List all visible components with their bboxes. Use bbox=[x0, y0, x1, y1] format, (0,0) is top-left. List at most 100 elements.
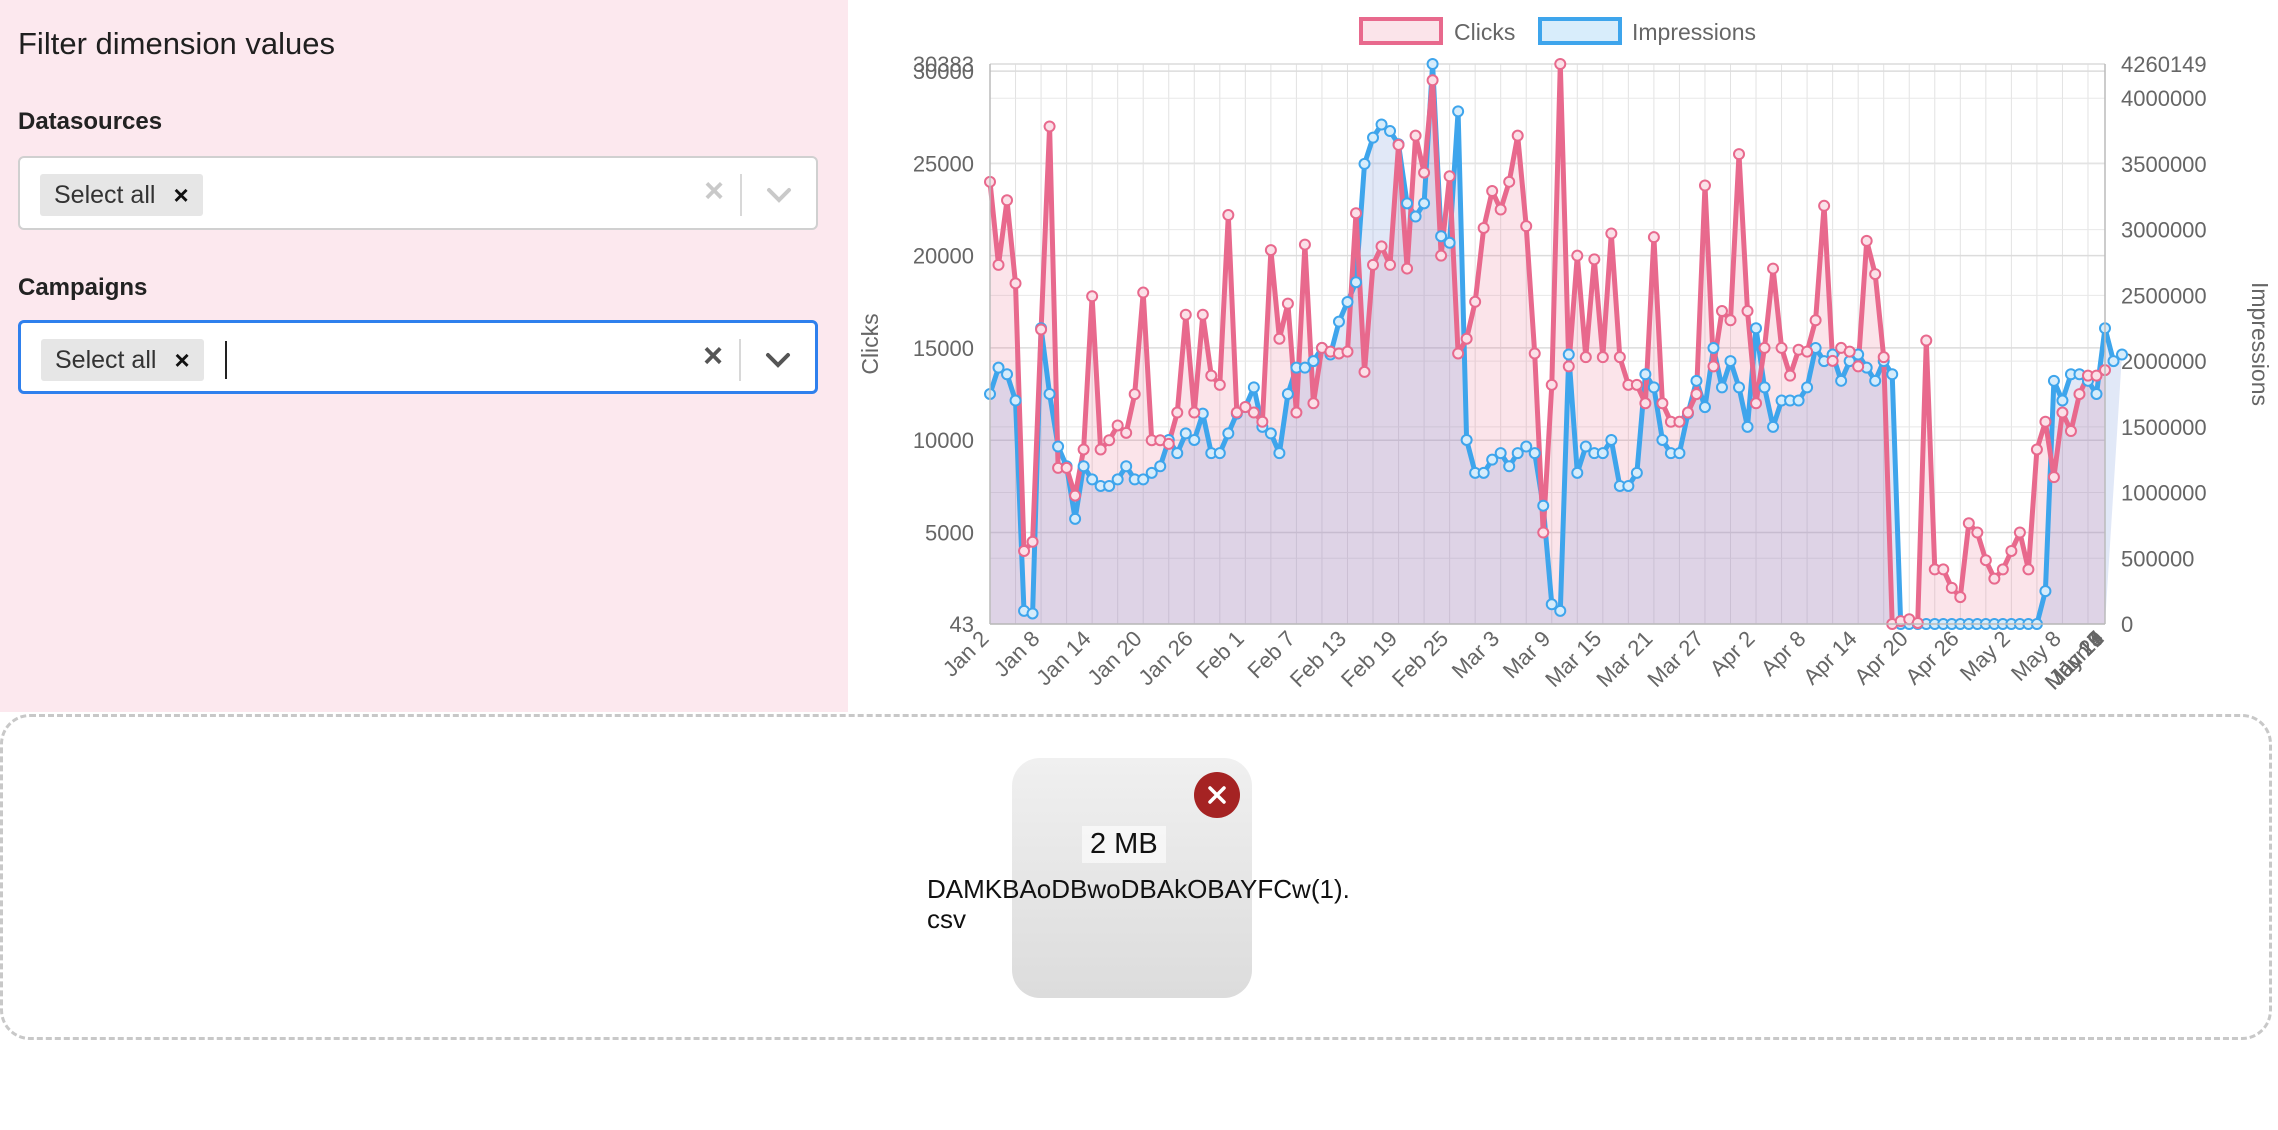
clicks-point bbox=[1120, 426, 1133, 439]
impressions-point bbox=[1801, 381, 1814, 394]
impressions-point bbox=[1639, 368, 1652, 381]
clicks-point bbox=[1486, 185, 1499, 198]
clicks-point bbox=[1690, 388, 1703, 401]
impressions-point bbox=[1188, 433, 1201, 446]
clicks-point bbox=[1460, 332, 1473, 345]
chip-remove-icon[interactable]: × bbox=[174, 345, 189, 376]
clicks-point bbox=[2064, 424, 2077, 437]
impressions-point bbox=[1409, 210, 1422, 223]
impressions-point bbox=[1111, 473, 1124, 486]
clicks-point bbox=[1596, 351, 1609, 364]
clicks-point bbox=[1281, 297, 1294, 310]
clicks-point bbox=[1809, 314, 1822, 327]
impressions-point bbox=[1733, 381, 1746, 394]
chevron-down-icon[interactable] bbox=[764, 180, 794, 210]
impressions-point bbox=[1741, 420, 1754, 433]
clicks-point bbox=[1111, 419, 1124, 432]
impressions-point bbox=[1384, 125, 1397, 138]
impressions-point bbox=[1358, 157, 1371, 170]
clicks-point bbox=[1724, 314, 1737, 327]
impressions-point bbox=[1281, 387, 1294, 400]
divider bbox=[740, 174, 742, 216]
impressions-point bbox=[1273, 447, 1286, 460]
clicks-point bbox=[1979, 554, 1992, 567]
clicks-point bbox=[1826, 354, 1839, 367]
clear-icon[interactable]: × bbox=[703, 337, 723, 376]
clicks-point bbox=[1179, 308, 1192, 321]
campaigns-label: Campaigns bbox=[18, 274, 148, 301]
impressions-point bbox=[1171, 447, 1184, 460]
impressions-point bbox=[1562, 348, 1575, 361]
impressions-point bbox=[1647, 381, 1660, 394]
clicks-point bbox=[1077, 443, 1090, 456]
impressions-point bbox=[1698, 401, 1711, 414]
impressions-point bbox=[1069, 512, 1082, 525]
clicks-point bbox=[1358, 365, 1371, 378]
impressions-point bbox=[1622, 479, 1635, 492]
clicks-point bbox=[1520, 220, 1533, 233]
datasources-chip: Select all × bbox=[40, 174, 203, 216]
impressions-point bbox=[1724, 355, 1737, 368]
impressions-point bbox=[1869, 374, 1882, 387]
clicks-point bbox=[1018, 544, 1031, 557]
legend-label-clicks: Clicks bbox=[1454, 19, 1515, 45]
remove-file-button[interactable] bbox=[1194, 772, 1240, 818]
clicks-point bbox=[1103, 434, 1116, 447]
clicks-point bbox=[1162, 437, 1175, 450]
impressions-point bbox=[1494, 447, 1507, 460]
clicks-point bbox=[1367, 258, 1380, 271]
y-right-tick-label: 2000000 bbox=[2121, 349, 2207, 374]
clicks-point bbox=[1384, 258, 1397, 271]
y-right-tick-label: 4000000 bbox=[2121, 86, 2207, 111]
y-right-axis-title: Impressions bbox=[2247, 282, 2273, 406]
x-tick-label: Feb 25 bbox=[1387, 626, 1453, 692]
y-right-tick-label: 1500000 bbox=[2121, 415, 2207, 440]
clicks-point bbox=[2022, 563, 2035, 576]
y-right-tick-label: 4260149 bbox=[2121, 52, 2207, 77]
clicks-point bbox=[1213, 378, 1226, 391]
x-tick-label: May 2 bbox=[1955, 626, 2015, 686]
y-right-tick-label: 0 bbox=[2121, 612, 2133, 637]
impressions-point bbox=[1247, 381, 1260, 394]
clicks-point bbox=[1767, 262, 1780, 275]
clicks-point bbox=[1171, 406, 1184, 419]
clicks-point bbox=[1086, 290, 1099, 303]
file-name: DAMKBAoDBwoDBAkOBAYFCw(1).csv bbox=[927, 874, 1350, 934]
impressions-point bbox=[1503, 460, 1516, 473]
datasources-select[interactable]: Select all × × bbox=[18, 156, 818, 230]
clicks-point bbox=[1630, 378, 1643, 391]
clicks-point bbox=[1494, 203, 1507, 216]
chip-remove-icon[interactable]: × bbox=[173, 180, 188, 211]
y-left-tick-label: 10000 bbox=[913, 428, 974, 453]
x-tick-label: Apr 20 bbox=[1849, 626, 1913, 690]
impressions-point bbox=[1001, 368, 1014, 381]
clicks-point bbox=[1962, 517, 1975, 530]
clicks-point bbox=[1307, 397, 1320, 410]
clear-icon[interactable]: × bbox=[704, 172, 724, 211]
campaigns-select[interactable]: Select all × × bbox=[18, 320, 818, 394]
clicks-point bbox=[1784, 369, 1797, 382]
impressions-point bbox=[1537, 499, 1550, 512]
clicks-point bbox=[1971, 526, 1984, 539]
chevron-down-icon[interactable] bbox=[763, 345, 793, 375]
clicks-point bbox=[1715, 305, 1728, 318]
clicks-point bbox=[1069, 489, 1082, 502]
file-size: 2 MB bbox=[1082, 826, 1166, 863]
panel-title: Filter dimension values bbox=[18, 26, 336, 61]
clicks-point bbox=[1349, 207, 1362, 220]
impressions-point bbox=[1367, 131, 1380, 144]
impressions-point bbox=[1307, 355, 1320, 368]
clicks-point bbox=[1681, 406, 1694, 419]
legend-swatch-impressions bbox=[1538, 17, 1622, 45]
impressions-point bbox=[1264, 427, 1277, 440]
impressions-point bbox=[1750, 322, 1763, 335]
clicks-point bbox=[1247, 406, 1260, 419]
clicks-point bbox=[1341, 345, 1354, 358]
clicks-point bbox=[1060, 461, 1073, 474]
clicks-point bbox=[1750, 397, 1763, 410]
clicks-point bbox=[1698, 179, 1711, 192]
y-left-tick-label: 15000 bbox=[913, 336, 974, 361]
clicks-point bbox=[1775, 341, 1788, 354]
clicks-point bbox=[1562, 360, 1575, 373]
impressions-point bbox=[1213, 447, 1226, 460]
